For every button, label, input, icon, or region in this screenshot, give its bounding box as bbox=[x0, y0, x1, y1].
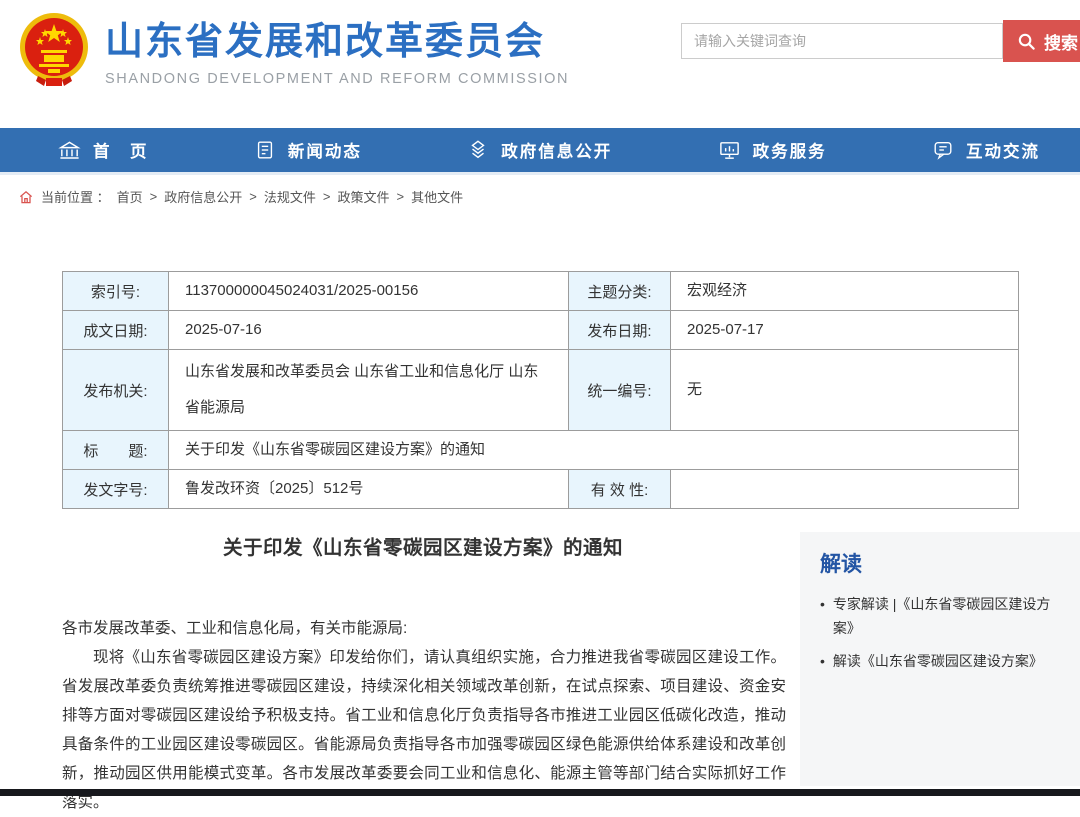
chat-bubble-icon bbox=[932, 139, 954, 161]
list-item: • 专家解读 |《山东省零碳园区建设方案》 bbox=[820, 592, 1062, 640]
article-title: 关于印发《山东省零碳园区建设方案》的通知 bbox=[62, 531, 784, 560]
sidebar-title: 解读 bbox=[820, 548, 1062, 578]
meta-value-title: 关于印发《山东省零碳园区建设方案》的通知 bbox=[169, 431, 1019, 470]
meta-label-unified-no: 统一编号: bbox=[569, 350, 671, 431]
interpretation-sidebar: 解读 • 专家解读 |《山东省零碳园区建设方案》 • 解读《山东省零碳园区建设方… bbox=[800, 532, 1080, 786]
stacked-layers-icon bbox=[467, 139, 489, 161]
breadcrumb-prefix: 当前位置 ： bbox=[41, 187, 110, 206]
nav-label: 新闻动态 bbox=[288, 138, 362, 162]
sidebar-link-interpretation[interactable]: 解读《山东省零碳园区建设方案》 bbox=[833, 649, 1043, 673]
site-title: 山东省发展和改革委员会 bbox=[105, 22, 569, 64]
nav-item-gov-services[interactable]: 政务服务 bbox=[718, 138, 827, 162]
meta-value-written-date: 2025-07-16 bbox=[169, 311, 569, 350]
article-body: 各市发展改革委、工业和信息化局，有关市能源局: 现将《山东省零碳园区建设方案》印… bbox=[62, 614, 786, 817]
table-row: 成文日期: 2025-07-16 发布日期: 2025-07-17 bbox=[63, 311, 1019, 350]
article-salutation: 各市发展改革委、工业和信息化局，有关市能源局: bbox=[62, 614, 786, 643]
breadcrumb-other-files[interactable]: 其他文件 bbox=[411, 187, 463, 206]
site-brand: 山东省发展和改革委员会 SHANDONG DEVELOPMENT AND REF… bbox=[105, 22, 569, 87]
meta-label-index-no: 索引号: bbox=[63, 272, 169, 311]
site-subtitle: SHANDONG DEVELOPMENT AND REFORM COMMISSI… bbox=[105, 71, 569, 87]
breadcrumb-separator: > bbox=[323, 189, 331, 204]
search-button[interactable]: 搜索 bbox=[1003, 20, 1080, 62]
bullet-icon: • bbox=[820, 649, 825, 673]
bullet-icon: • bbox=[820, 592, 825, 640]
monitor-chart-icon bbox=[718, 139, 741, 162]
meta-value-publish-date: 2025-07-17 bbox=[671, 311, 1019, 350]
meta-label-topic: 主题分类: bbox=[569, 272, 671, 311]
breadcrumb-separator: > bbox=[396, 189, 404, 204]
breadcrumb-separator: > bbox=[249, 189, 257, 204]
meta-value-index-no: 113700000045024031/2025-00156 bbox=[169, 272, 569, 311]
breadcrumb: 当前位置 ： 首页 > 政府信息公开 > 法规文件 > 政策文件 > 其他文件 bbox=[18, 187, 463, 206]
meta-value-unified-no: 无 bbox=[671, 350, 1019, 431]
national-emblem-logo bbox=[18, 10, 90, 88]
nav-label: 首 页 bbox=[93, 138, 149, 162]
meta-label-doc-no: 发文字号: bbox=[63, 470, 169, 509]
meta-value-topic: 宏观经济 bbox=[671, 272, 1019, 311]
table-row: 索引号: 113700000045024031/2025-00156 主题分类:… bbox=[63, 272, 1019, 311]
meta-value-validity bbox=[671, 470, 1019, 509]
meta-label-publish-date: 发布日期: bbox=[569, 311, 671, 350]
home-building-icon bbox=[58, 139, 81, 162]
search-bar: 搜索 bbox=[681, 21, 1080, 61]
nav-label: 互动交流 bbox=[966, 138, 1040, 162]
nav-item-home[interactable]: 首 页 bbox=[58, 138, 149, 162]
nav-bottom-strip bbox=[0, 172, 1080, 175]
breadcrumb-separator: > bbox=[150, 189, 158, 204]
search-button-label: 搜索 bbox=[1044, 29, 1078, 54]
nav-item-info-disclosure[interactable]: 政府信息公开 bbox=[467, 138, 612, 162]
nav-label: 政务服务 bbox=[753, 138, 827, 162]
nav-item-news[interactable]: 新闻动态 bbox=[254, 138, 362, 162]
breadcrumb-policy-files[interactable]: 政策文件 bbox=[337, 187, 389, 206]
home-icon bbox=[18, 189, 34, 205]
breadcrumb-info-disclosure[interactable]: 政府信息公开 bbox=[164, 187, 242, 206]
main-nav: 首 页 新闻动态 政府信息公开 政务服务 互动交流 bbox=[0, 128, 1080, 172]
meta-label-written-date: 成文日期: bbox=[63, 311, 169, 350]
table-row: 标 题: 关于印发《山东省零碳园区建设方案》的通知 bbox=[63, 431, 1019, 470]
nav-item-interaction[interactable]: 互动交流 bbox=[932, 138, 1040, 162]
nav-label: 政府信息公开 bbox=[501, 138, 612, 162]
list-item: • 解读《山东省零碳园区建设方案》 bbox=[820, 649, 1062, 673]
site-header: 山东省发展和改革委员会 SHANDONG DEVELOPMENT AND REF… bbox=[0, 0, 1080, 128]
meta-label-title: 标 题: bbox=[63, 431, 169, 470]
meta-value-doc-no: 鲁发改环资〔2025〕512号 bbox=[169, 470, 569, 509]
document-meta-table: 索引号: 113700000045024031/2025-00156 主题分类:… bbox=[62, 271, 1019, 509]
search-icon bbox=[1017, 32, 1036, 51]
meta-value-issuer: 山东省发展和改革委员会 山东省工业和信息化厅 山东省能源局 bbox=[169, 350, 569, 431]
table-row: 发布机关: 山东省发展和改革委员会 山东省工业和信息化厅 山东省能源局 统一编号… bbox=[63, 350, 1019, 431]
news-icon bbox=[254, 139, 276, 161]
sidebar-list: • 专家解读 |《山东省零碳园区建设方案》 • 解读《山东省零碳园区建设方案》 bbox=[820, 592, 1062, 673]
search-input[interactable] bbox=[681, 23, 1003, 59]
breadcrumb-home[interactable]: 首页 bbox=[117, 187, 143, 206]
meta-label-issuer: 发布机关: bbox=[63, 350, 169, 431]
sidebar-link-expert-interpretation[interactable]: 专家解读 |《山东省零碳园区建设方案》 bbox=[833, 592, 1062, 640]
table-row: 发文字号: 鲁发改环资〔2025〕512号 有 效 性: bbox=[63, 470, 1019, 509]
breadcrumb-regulation-files[interactable]: 法规文件 bbox=[264, 187, 316, 206]
footer-top-edge bbox=[0, 789, 1080, 796]
meta-label-validity: 有 效 性: bbox=[569, 470, 671, 509]
